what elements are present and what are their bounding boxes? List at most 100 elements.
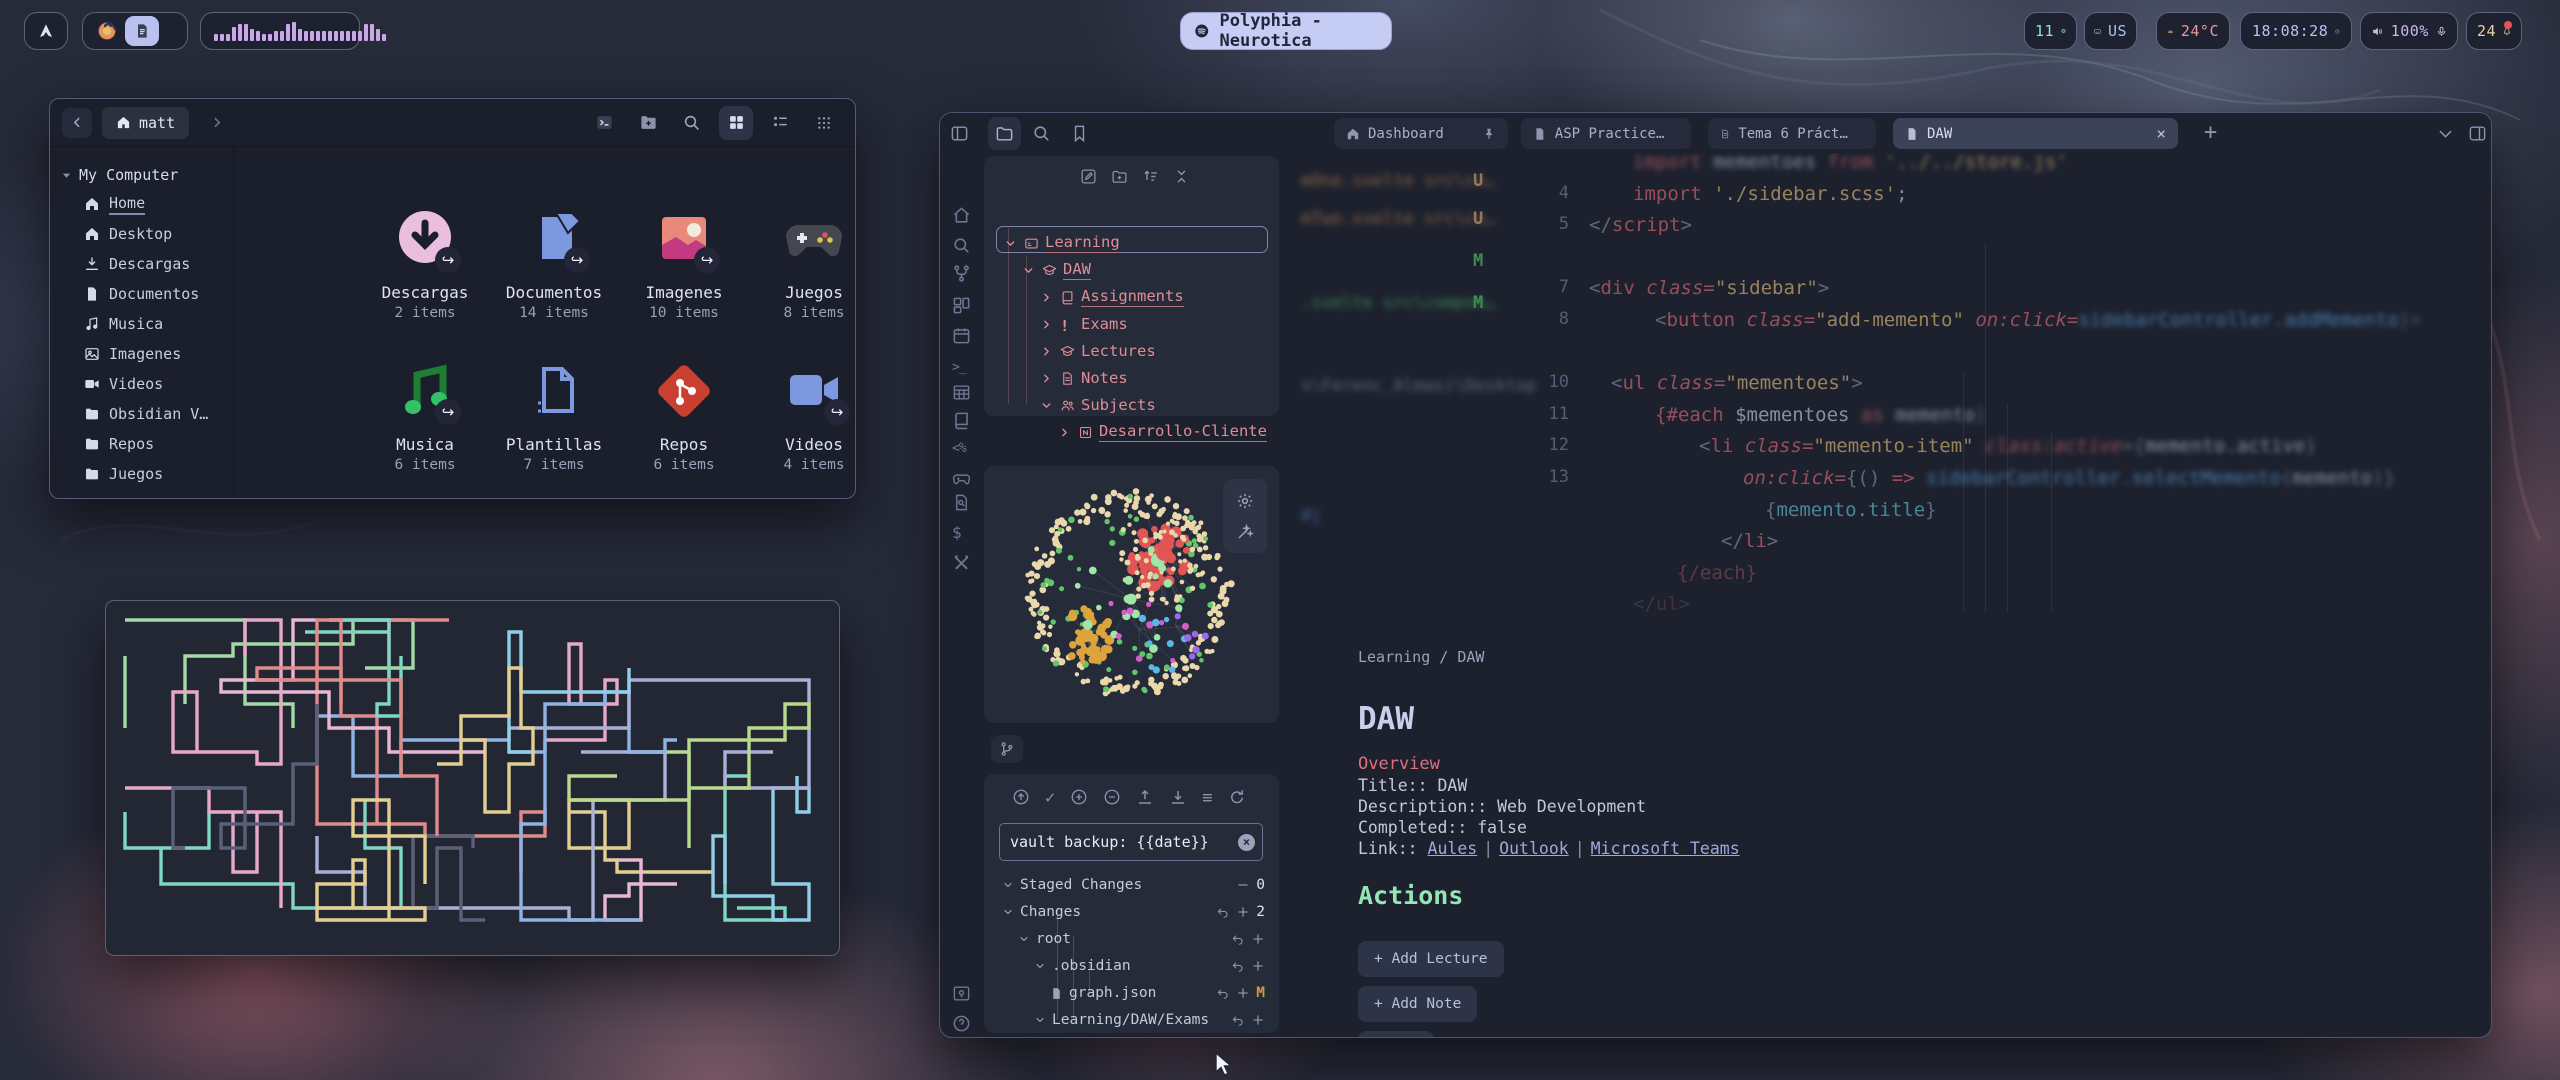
tab-tema-6-pr-cticas-[interactable]: Tema 6 Prácticas -…	[1708, 118, 1876, 149]
sidebar-item-repos[interactable]: Repos	[50, 429, 233, 459]
sidebar-item-videos[interactable]: Videos	[50, 369, 233, 399]
clock-widget[interactable]: 18:08:28	[2240, 12, 2352, 50]
push-icon[interactable]	[1136, 788, 1154, 806]
file-search-icon[interactable]	[952, 493, 971, 512]
toggle-left-sidebar-icon[interactable]	[950, 124, 969, 143]
note-link-aules[interactable]: Aules	[1428, 839, 1478, 858]
toggle-right-sidebar-icon[interactable]	[2468, 124, 2487, 143]
collapse-all-icon[interactable]	[1173, 168, 1190, 185]
chevron-right-icon[interactable]	[1040, 372, 1053, 385]
file-item-musica[interactable]: ↪Musica6 items	[364, 357, 486, 487]
keyboard-layout-widget[interactable]: US	[2084, 12, 2137, 50]
file-item-videos[interactable]: ↪Videos4 items	[753, 357, 856, 487]
graph-settings-icon[interactable]	[1236, 492, 1254, 510]
file-item-descargas[interactable]: ↪Descargas2 items	[364, 205, 486, 335]
forward-button[interactable]	[201, 108, 231, 138]
grid-view-button[interactable]	[719, 106, 753, 140]
tree-item-subjects[interactable]: Subjects	[1040, 392, 1156, 418]
pull-icon[interactable]	[1169, 788, 1187, 806]
chevron-down-icon[interactable]	[1018, 933, 1030, 945]
home-icon[interactable]	[952, 206, 971, 225]
sidebar-item-home[interactable]: Home	[50, 189, 233, 219]
git-row-.obsidian[interactable]: .obsidian	[984, 953, 1279, 979]
chevron-down-icon[interactable]	[1002, 879, 1014, 891]
git-row-staged-changes[interactable]: Staged Changes0	[984, 872, 1279, 898]
tree-item-daw[interactable]: DAW	[1022, 257, 1091, 283]
tab-dashboard[interactable]: Dashboard	[1334, 118, 1508, 149]
tree-item-desarrollo-cliente[interactable]: Desarrollo-Cliente	[1058, 419, 1267, 445]
chevron-right-icon[interactable]	[1040, 318, 1053, 331]
notes-app-icon[interactable]	[125, 16, 159, 46]
git-row-learning-daw-exams[interactable]: Learning/DAW/Exams	[984, 1007, 1279, 1033]
graph-icon[interactable]	[952, 264, 971, 283]
list-view-button[interactable]	[763, 106, 797, 140]
commit-message-input[interactable]	[999, 823, 1263, 861]
menu-button[interactable]	[807, 106, 841, 140]
search-icon[interactable]	[952, 236, 971, 255]
bookmarks-view-icon[interactable]	[1070, 124, 1089, 143]
note-button--add-lecture[interactable]: + Add Lecture	[1358, 941, 1504, 977]
new-folder-button[interactable]	[631, 106, 665, 140]
note-link-microsoft-teams[interactable]: Microsoft Teams	[1591, 839, 1740, 858]
new-folder-icon[interactable]	[1111, 168, 1128, 185]
tab-list-chevron-icon[interactable]	[2436, 124, 2455, 143]
note-link-outlook[interactable]: Outlook	[1499, 839, 1569, 858]
new-tab-button[interactable]: +	[2201, 124, 2220, 143]
file-item-plantillas[interactable]: Plantillas7 items	[493, 357, 615, 487]
git-row-graph.json[interactable]: graph.jsonM	[984, 980, 1279, 1006]
note-button--add-note[interactable]: + Add Note	[1358, 986, 1477, 1022]
chevron-right-icon[interactable]	[1058, 426, 1071, 439]
tree-item-lectures[interactable]: Lectures	[1040, 338, 1156, 364]
search-view-icon[interactable]	[1032, 124, 1051, 143]
tab-asp-practice-6[interactable]: ASP Practice 6	[1521, 118, 1691, 149]
file-item-juegos[interactable]: Juegos8 items	[753, 205, 856, 335]
note-button--add[interactable]: + Add	[1358, 1031, 1434, 1038]
book-icon[interactable]	[952, 411, 971, 430]
sidebar-item-musica[interactable]: Musica	[50, 309, 233, 339]
chevron-down-icon[interactable]	[1022, 264, 1035, 277]
note-breadcrumb[interactable]: Learning / DAW	[1358, 648, 1484, 666]
sidebar-item-clipped[interactable]	[50, 489, 233, 498]
launcher-button[interactable]	[24, 12, 68, 50]
commit-icon[interactable]: ✓	[1045, 788, 1055, 808]
layout-list-icon[interactable]: ≡	[1202, 788, 1212, 808]
weather-widget[interactable]: 24°C	[2156, 12, 2230, 50]
file-item-imagenes[interactable]: ↪Imagenes10 items	[623, 205, 745, 335]
new-note-icon[interactable]	[1080, 168, 1097, 185]
search-button[interactable]	[675, 106, 709, 140]
table-icon[interactable]	[952, 383, 971, 402]
sort-icon[interactable]	[1142, 168, 1159, 185]
sidebar-item-imagenes[interactable]: Imagenes	[50, 339, 233, 369]
sidebar-item-desktop[interactable]: Desktop	[50, 219, 233, 249]
audio-widget[interactable]: 100%	[2360, 12, 2458, 50]
sidebar-item-documentos[interactable]: Documentos	[50, 279, 233, 309]
firefox-icon[interactable]	[96, 20, 118, 42]
sidebar-item-obsidian-v-[interactable]: Obsidian V…	[50, 399, 233, 429]
refresh-icon[interactable]	[1228, 788, 1246, 806]
breadcrumb[interactable]: matt	[102, 107, 189, 139]
source-control-tab-button[interactable]	[991, 735, 1023, 763]
clear-input-icon[interactable]: ×	[1238, 834, 1255, 851]
sidebar-section-header[interactable]: My Computer	[50, 161, 233, 189]
commit-and-push-icon[interactable]	[1012, 788, 1030, 806]
git-row-root[interactable]: root	[984, 926, 1279, 952]
templater-icon[interactable]: <%	[952, 439, 971, 458]
sidebar-item-juegos[interactable]: Juegos	[50, 459, 233, 489]
tree-item-assignments[interactable]: Assignments	[1040, 284, 1184, 310]
notifications-widget[interactable]: 24	[2466, 12, 2522, 50]
media-player-widget[interactable]: Polyphia - Neurotica	[1180, 12, 1392, 50]
terminal-icon[interactable]: >_	[952, 358, 971, 377]
calendar-icon[interactable]	[952, 326, 971, 345]
chevron-right-icon[interactable]	[1040, 345, 1053, 358]
close-tab-icon[interactable]: ×	[2156, 124, 2166, 143]
graph-filter-wand-icon[interactable]	[1236, 523, 1254, 541]
tree-item-notes[interactable]: Notes	[1040, 365, 1128, 391]
kanban-icon[interactable]	[952, 296, 971, 315]
files-view-icon[interactable]	[995, 124, 1014, 143]
crossed-tools-icon[interactable]	[952, 553, 971, 572]
vault-switcher-icon[interactable]	[952, 984, 971, 1003]
chevron-right-icon[interactable]	[1040, 291, 1053, 304]
tree-item-learning[interactable]: Learning	[1004, 230, 1120, 256]
chevron-down-icon[interactable]	[1004, 237, 1017, 250]
tree-item-exams[interactable]: !Exams	[1040, 311, 1128, 337]
